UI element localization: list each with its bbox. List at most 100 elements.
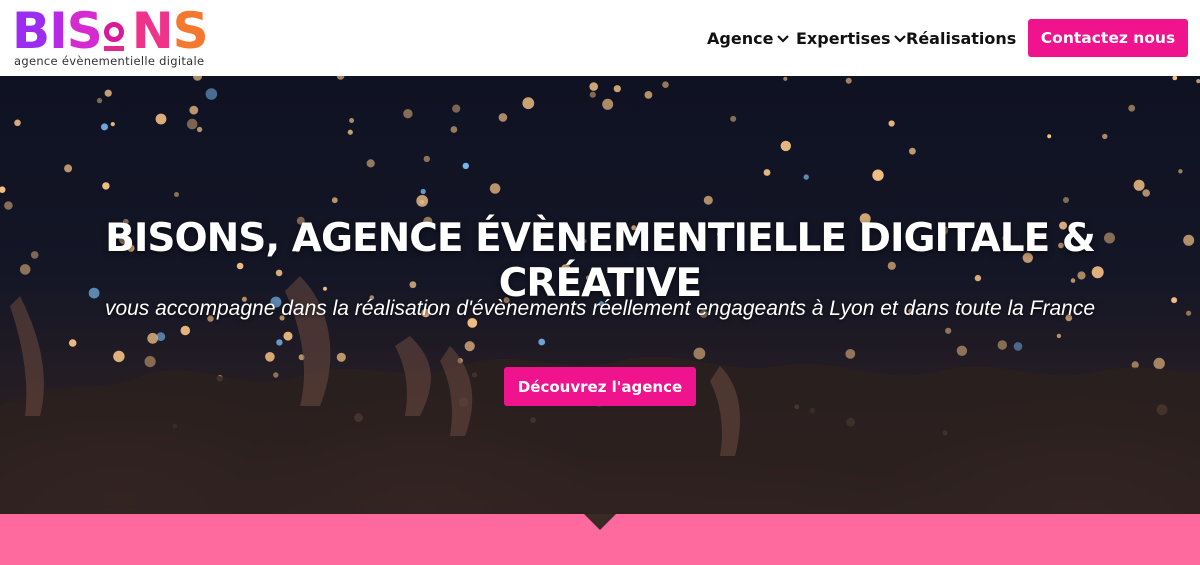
bokeh-light	[349, 118, 355, 123]
hero-subtitle: vous accompagne dans la réalisation d'év…	[104, 297, 1096, 320]
chevron-down-icon	[777, 32, 790, 46]
bokeh-light	[763, 169, 771, 176]
bokeh-light	[420, 188, 426, 195]
bokeh-light	[1056, 333, 1062, 339]
bokeh-light	[780, 140, 791, 152]
bokeh-light	[538, 338, 546, 346]
bokeh-light	[180, 325, 191, 336]
bokeh-light	[803, 174, 809, 180]
bokeh-light	[174, 192, 179, 197]
bokeh-light	[276, 339, 283, 346]
bokeh-light	[196, 126, 203, 133]
bokeh-light	[64, 164, 73, 173]
bokeh-light	[845, 349, 856, 359]
bokeh-light	[1063, 197, 1069, 203]
bokeh-light	[68, 339, 77, 347]
bokeh-light	[273, 372, 279, 378]
bokeh-light	[110, 122, 115, 127]
hero-title: BISONS, AGENCE ÉVÈNEMENTIELLE DIGITALE &…	[105, 216, 1096, 306]
bokeh-light	[113, 350, 125, 363]
logo-letter-i: I	[49, 2, 68, 60]
bokeh-light	[265, 352, 275, 362]
bokeh-light	[423, 155, 430, 163]
bokeh-light	[347, 129, 353, 135]
bokeh-light	[331, 197, 338, 204]
bokeh-light	[104, 89, 112, 97]
bokeh-light	[156, 332, 166, 341]
nav-item-expertises-label: Expertises	[796, 28, 891, 48]
bokeh-light	[102, 182, 110, 190]
bokeh-light	[186, 118, 198, 130]
bokeh-light	[662, 81, 669, 88]
bokeh-light	[283, 331, 293, 341]
logo-wordmark: B I S N S	[12, 2, 209, 60]
bokeh-light	[101, 123, 108, 131]
bokeh-light	[909, 147, 916, 155]
bokeh-light	[416, 195, 429, 207]
bokeh-light	[703, 195, 713, 205]
nav-item-realisations[interactable]: Réalisations	[906, 26, 1016, 50]
nav-item-agence-label: Agence	[707, 28, 774, 48]
bokeh-light	[589, 82, 598, 91]
bokeh-light	[147, 332, 159, 344]
logo-letter-s: S	[66, 2, 103, 60]
bokeh-light	[498, 113, 508, 122]
bokeh-light	[693, 347, 706, 360]
bokeh-light	[193, 76, 202, 81]
bokeh-light	[945, 327, 952, 334]
bokeh-light	[14, 119, 21, 127]
bokeh-light	[0, 186, 6, 193]
bokeh-light	[1013, 342, 1023, 351]
bokeh-light	[997, 340, 1007, 350]
contact-button[interactable]: Contactez nous	[1028, 19, 1188, 57]
bokeh-light	[1133, 179, 1145, 191]
bokeh-light	[489, 183, 501, 194]
bokeh-light	[1102, 133, 1108, 140]
logo-letter-n: N	[131, 2, 174, 60]
bokeh-light	[1178, 169, 1183, 174]
bokeh-light	[1153, 357, 1165, 370]
bokeh-light	[336, 76, 345, 80]
discover-agency-button[interactable]: Découvrez l'agence	[504, 367, 696, 406]
bokeh-light	[783, 76, 788, 81]
bokeh-light	[462, 162, 469, 170]
bokeh-light	[205, 88, 218, 100]
chevron-down-icon	[894, 32, 907, 46]
logo-o-mark	[102, 6, 132, 56]
bokeh-light	[96, 97, 103, 104]
bokeh-light	[956, 345, 968, 356]
bokeh-light	[602, 98, 614, 110]
bokeh-light	[522, 97, 535, 110]
bokeh-light	[1131, 361, 1139, 369]
bokeh-light	[1196, 79, 1200, 84]
bokeh-light	[155, 113, 167, 125]
nav-item-realisations-label: Réalisations	[906, 28, 1017, 48]
bokeh-light	[613, 85, 621, 93]
bokeh-light	[872, 169, 884, 181]
bokeh-light	[403, 109, 413, 119]
bokeh-light	[144, 356, 156, 368]
logo-tagline: agence évènementielle digitale	[14, 54, 205, 68]
nav-item-expertises[interactable]: Expertises	[796, 26, 907, 50]
bokeh-light	[1128, 104, 1136, 112]
bokeh-light	[336, 352, 346, 362]
bokeh-light	[450, 126, 458, 133]
logo-letter-s2: S	[172, 2, 209, 60]
nav-item-agence[interactable]: Agence	[707, 26, 790, 50]
section-notch	[584, 514, 616, 530]
bokeh-light	[452, 104, 461, 113]
site-header: B I S N S agence évènementielle digitale…	[0, 0, 1200, 76]
bokeh-light	[888, 120, 895, 127]
bokeh-light	[845, 77, 852, 84]
bokeh-light	[730, 115, 737, 122]
bokeh-light	[1047, 134, 1052, 139]
bisons-logo[interactable]: B I S N S agence évènementielle digitale	[12, 6, 209, 72]
bokeh-light	[4, 201, 13, 210]
bokeh-light	[589, 91, 596, 98]
bokeh-light	[1142, 189, 1150, 197]
bokeh-light	[366, 159, 375, 168]
bokeh-light	[464, 341, 475, 352]
logo-letter-b: B	[12, 2, 50, 60]
bokeh-light	[644, 91, 653, 99]
bokeh-light	[189, 105, 199, 115]
